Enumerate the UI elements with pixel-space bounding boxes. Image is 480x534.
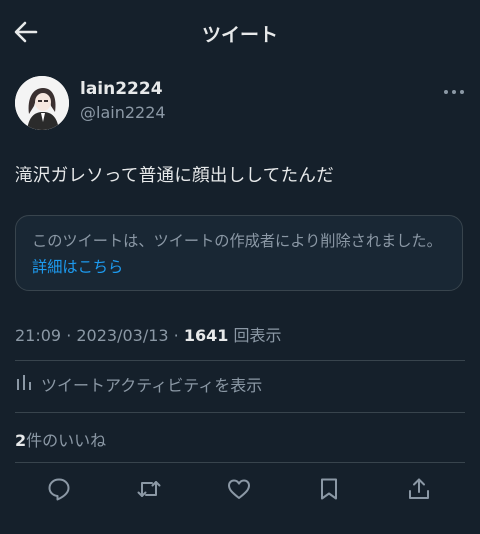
activity-label: ツイートアクティビティを表示: [41, 376, 263, 395]
tweet-meta: 21:09 · 2023/03/13 · 1641 回表示: [15, 326, 282, 345]
header: ツイート: [0, 0, 480, 64]
display-name[interactable]: lain2224: [80, 79, 163, 99]
bookmark-icon[interactable]: [316, 476, 342, 502]
views-label: 回表示: [233, 326, 282, 345]
tweet-date[interactable]: 2023/03/13: [76, 326, 168, 345]
like-icon[interactable]: [226, 476, 252, 502]
user-handle[interactable]: @lain2224: [80, 103, 166, 122]
tweet-text: 滝沢ガレソって普通に顔出ししてたんだ: [15, 166, 334, 186]
avatar[interactable]: [15, 76, 69, 130]
notice-details-link[interactable]: 詳細はこちら: [32, 258, 123, 276]
likes-label: 件のいいね: [26, 431, 107, 450]
bar-chart-icon: [15, 373, 33, 395]
deleted-notice: このツイートは、ツイートの作成者により削除されました。詳細はこちら: [15, 215, 463, 291]
divider: [15, 412, 465, 413]
more-icon[interactable]: [443, 84, 465, 98]
likes-summary[interactable]: 2件のいいね: [15, 427, 106, 451]
retweet-icon[interactable]: [136, 476, 162, 502]
action-bar: [0, 470, 480, 510]
reply-icon[interactable]: [46, 476, 72, 502]
page-title: ツイート: [201, 24, 278, 46]
share-icon[interactable]: [406, 476, 432, 502]
views-count: 1641: [183, 326, 229, 345]
notice-message: このツイートは、ツイートの作成者により削除されました。: [32, 232, 442, 250]
likes-count: 2: [15, 431, 27, 450]
tweet-time[interactable]: 21:09: [15, 326, 61, 345]
divider: [15, 462, 465, 463]
tweet-activity-link[interactable]: ツイートアクティビティを表示: [15, 372, 262, 396]
divider: [15, 360, 465, 361]
